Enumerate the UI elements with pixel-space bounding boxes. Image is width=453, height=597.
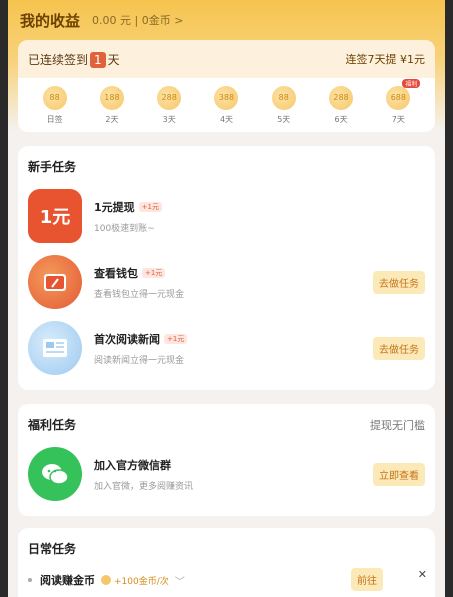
newspaper-icon: [28, 321, 82, 375]
wechat-glyph: [42, 464, 69, 485]
coin-icon: 288: [329, 86, 354, 110]
coin-icon: 688: [386, 86, 411, 110]
streak-text: 已连续签到 1 天: [28, 51, 120, 68]
do-task-button[interactable]: 去做任务: [373, 336, 425, 360]
coin-icon: 188: [99, 86, 124, 110]
wallet-glyph: [44, 274, 66, 291]
task-desc: 查看钱包立得一元现金: [94, 289, 185, 300]
blank-button-area: [390, 206, 430, 232]
checkin-day-2[interactable]: 188 2天: [92, 86, 132, 125]
task-name: 阅读赚金币: [40, 574, 95, 587]
task-view-wallet[interactable]: 查看钱包 +1元 查看钱包立得一元现金 去做任务: [18, 249, 435, 315]
day-label: 2天: [105, 115, 119, 124]
reward-badge: +1元: [164, 333, 188, 344]
streak-suffix: 天: [107, 52, 120, 67]
task-join-wechat[interactable]: 加入官方微信群 加入官微，更多阅赚资讯 立即查看: [18, 441, 435, 507]
task-info: 加入官方微信群 加入官微，更多阅赚资讯: [94, 457, 373, 492]
coin-icon: [101, 575, 111, 585]
task-withdraw[interactable]: 1元 1元提现 +1元 100极速到账~: [18, 183, 435, 249]
go-button[interactable]: 前往: [351, 568, 383, 591]
task-name: 1元提现 +1元: [94, 199, 425, 215]
welfare-title: 福利任务: [28, 418, 77, 432]
checkin-days: 88 日签 188 2天 288 3天 388 4天 88 5天 288 6天 福利 688 7…: [18, 78, 435, 125]
task-name-text: 1元提现: [94, 200, 135, 214]
task-info: 1元提现 +1元 100极速到账~: [94, 199, 425, 234]
checkin-card: 已连续签到 1 天 连签7天提 ¥1元 88 日签 188 2天 288 3天 388 4天…: [18, 40, 435, 132]
checkin-day-5[interactable]: 88 5天: [264, 86, 304, 125]
welfare-hint: 提现无门槛: [370, 418, 425, 432]
close-icon[interactable]: ✕: [418, 568, 427, 581]
task-desc: 阅读新闻立得一元现金: [94, 355, 185, 366]
reward-badge: +1元: [138, 201, 162, 212]
task-name-text: 首次阅读新闻: [94, 332, 160, 346]
coin-icon: 88: [42, 86, 67, 110]
checkin-day-4[interactable]: 388 4天: [206, 86, 246, 125]
day-label: 6天: [334, 115, 348, 124]
section-title: 新手任务: [18, 146, 435, 183]
day-label: 7天: [391, 115, 405, 124]
streak-bonus: 连签7天提 ¥1元: [345, 53, 426, 66]
task-info: 首次阅读新闻 +1元 阅读新闻立得一元现金: [94, 331, 373, 366]
coin-icon: 388: [214, 86, 239, 110]
wallet-icon: [28, 255, 82, 309]
coin-icon: 288: [157, 86, 182, 110]
wechat-icon: [28, 447, 82, 501]
coin-icon: 88: [271, 86, 296, 110]
welfare-tasks-card: 福利任务 提现无门槛 加入官方微信群 加入官微，更多阅赚资讯 立即查看: [18, 404, 435, 516]
novice-title: 新手任务: [28, 160, 77, 174]
balance-link[interactable]: 0.00 元 | 0金币 >: [92, 12, 183, 28]
checkin-day-6[interactable]: 288 6天: [321, 86, 361, 125]
reward-badge: +1元: [142, 267, 166, 278]
streak-count: 1: [90, 51, 106, 68]
task-name-text: 查看钱包: [94, 266, 138, 280]
withdraw-icon-text: 1元: [39, 207, 71, 228]
task-name: 加入官方微信群: [94, 458, 171, 472]
bullet-icon: [28, 578, 32, 582]
checkin-day-1[interactable]: 88 日签: [35, 86, 75, 125]
task-info: 查看钱包 +1元 查看钱包立得一元现金: [94, 265, 373, 300]
novice-tasks-card: 新手任务 1元 1元提现 +1元 100极速到账~ 查看钱包 +1元 查看钱包立得一…: [18, 146, 435, 390]
task-read-news[interactable]: 首次阅读新闻 +1元 阅读新闻立得一元现金 去做任务: [18, 315, 435, 381]
section-title: 福利任务 提现无门槛: [18, 404, 435, 441]
coin-reward: +100金币/次: [101, 574, 169, 587]
task-desc: 加入官微，更多阅赚资讯: [94, 481, 194, 492]
newspaper-glyph: [43, 339, 67, 357]
view-now-button[interactable]: 立即查看: [373, 462, 425, 486]
task-name: 查看钱包 +1元: [94, 265, 373, 281]
day-label: 4天: [219, 115, 234, 124]
task-desc: 100极速到账~: [94, 223, 155, 234]
page-title: 我的收益: [20, 11, 81, 30]
day-label: 5天: [277, 115, 291, 124]
checkin-day-3[interactable]: 288 3天: [149, 86, 189, 125]
streak-prefix: 已连续签到: [28, 52, 89, 67]
reward-text: +100金币/次: [114, 576, 169, 587]
daily-tasks-card: 日常任务 阅读赚金币 +100金币/次 ﹀ 前往 ✕: [18, 528, 435, 597]
task-name: 首次阅读新闻 +1元: [94, 331, 373, 347]
day-label: 日签: [46, 115, 63, 124]
day-label: 3天: [162, 115, 176, 124]
section-title: 日常任务: [18, 528, 435, 565]
do-task-button[interactable]: 去做任务: [373, 270, 425, 294]
app-screen: 我的收益 0.00 元 | 0金币 > 已连续签到 1 天 连签7天提 ¥1元 88…: [8, 0, 445, 597]
checkin-bar: 已连续签到 1 天 连签7天提 ¥1元: [18, 40, 435, 78]
daily-title: 日常任务: [28, 542, 77, 556]
chevron-down-icon[interactable]: ﹀: [175, 573, 185, 588]
withdraw-icon: 1元: [28, 189, 82, 243]
day-tag: 福利: [402, 79, 421, 88]
header: 我的收益 0.00 元 | 0金币 >: [8, 0, 445, 40]
checkin-day-7[interactable]: 福利 688 7天: [378, 79, 421, 125]
